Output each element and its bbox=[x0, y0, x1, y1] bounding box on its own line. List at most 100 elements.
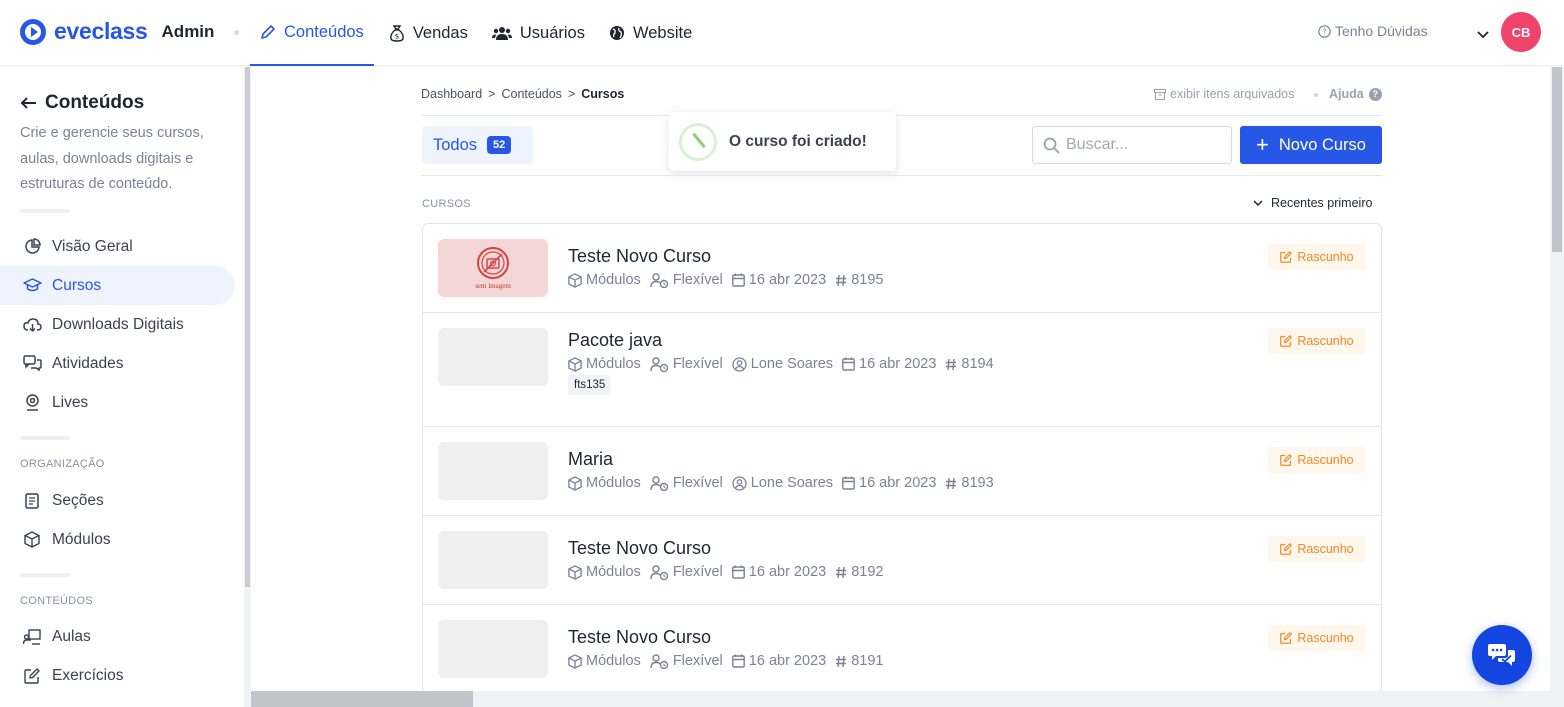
breadcrumb: Dashboard > Conteúdos > Cursos bbox=[421, 87, 624, 101]
course-meta: Módulos Flexível Lone Soares 16 abr 2023… bbox=[568, 475, 1003, 491]
sidebar-item-atividades[interactable]: Atividades bbox=[0, 344, 235, 383]
webcam-icon bbox=[22, 394, 42, 411]
course-title[interactable]: Maria bbox=[568, 449, 613, 470]
meta-date: 16 abr 2023 bbox=[842, 475, 936, 491]
course-title[interactable]: Teste Novo Curso bbox=[568, 246, 711, 267]
user-clock-icon bbox=[650, 475, 669, 491]
hash-icon bbox=[835, 274, 847, 287]
meta-structure: Módulos bbox=[568, 564, 641, 580]
user-clock-icon bbox=[650, 356, 669, 372]
sidebar-item-lives[interactable]: Lives bbox=[0, 383, 235, 422]
course-row[interactable]: sem imagem Teste Novo Curso Módulos Flex… bbox=[423, 224, 1381, 313]
meta-access-label: Flexível bbox=[672, 272, 723, 288]
show-archived-link[interactable]: exibir itens arquivados bbox=[1154, 87, 1294, 101]
meta-access-label: Flexível bbox=[672, 653, 723, 669]
sidebar-item-visao-geral[interactable]: Visão Geral bbox=[0, 227, 235, 266]
sidebar-title[interactable]: Conteúdos bbox=[20, 92, 144, 114]
horizontal-scrollbar-thumb[interactable] bbox=[251, 691, 473, 707]
sidebar-item-exercicios[interactable]: Exercícios bbox=[0, 656, 235, 695]
calendar-icon bbox=[731, 654, 745, 668]
avatar[interactable]: CB bbox=[1501, 12, 1541, 52]
edit-icon bbox=[1280, 632, 1293, 644]
sidebar-scrollbar-thumb[interactable] bbox=[245, 67, 250, 587]
count-badge: 52 bbox=[487, 136, 512, 154]
chevron-down-icon[interactable] bbox=[1476, 27, 1490, 45]
search-box[interactable] bbox=[1032, 126, 1232, 164]
course-thumbnail[interactable] bbox=[438, 442, 548, 500]
course-title[interactable]: Teste Novo Curso bbox=[568, 538, 711, 559]
user-circle-icon bbox=[732, 356, 747, 372]
teacher-board-icon bbox=[22, 628, 42, 645]
calendar-icon bbox=[731, 565, 745, 579]
sidebar-item-downloads[interactable]: Downloads Digitais bbox=[0, 305, 235, 344]
cube-icon bbox=[22, 531, 42, 548]
course-tag[interactable]: fts135 bbox=[568, 375, 612, 395]
meta-id: 8191 bbox=[835, 653, 883, 669]
course-thumbnail[interactable] bbox=[438, 328, 548, 386]
course-thumbnail[interactable] bbox=[438, 620, 548, 678]
breadcrumb-dashboard[interactable]: Dashboard bbox=[421, 87, 482, 101]
status-badge: Rascunho bbox=[1268, 447, 1366, 473]
sidebar-item-modulos[interactable]: Módulos bbox=[0, 520, 235, 559]
divider bbox=[20, 573, 70, 577]
sidebar-item-aulas[interactable]: Aulas bbox=[0, 617, 235, 656]
no-image-caption: sem imagem bbox=[475, 282, 511, 290]
brand-logo[interactable]: eveclass Admin bbox=[20, 18, 214, 45]
meta-date-label: 16 abr 2023 bbox=[748, 272, 827, 288]
graduation-cap-icon bbox=[22, 277, 42, 294]
sidebar: Conteúdos Crie e gerencie seus cursos, a… bbox=[0, 67, 244, 707]
course-row[interactable]: Teste Novo Curso Módulos Flexível 16 abr… bbox=[423, 516, 1381, 605]
meta-access: Flexível bbox=[650, 272, 723, 288]
meta-access: Flexível bbox=[650, 356, 723, 372]
meta-access: Flexível bbox=[650, 475, 723, 491]
separator-dot bbox=[234, 30, 239, 35]
nav-usuarios[interactable]: Usuários bbox=[483, 0, 594, 66]
sidebar-title-label: Conteúdos bbox=[45, 92, 145, 113]
separator-dot bbox=[1314, 93, 1318, 97]
breadcrumb-conteudos[interactable]: Conteúdos bbox=[501, 87, 561, 101]
course-row[interactable]: Pacote java Módulos Flexível Lone Soares… bbox=[423, 313, 1381, 427]
status-label: Rascunho bbox=[1297, 631, 1354, 645]
sidebar-item-label: Aulas bbox=[52, 627, 91, 645]
tab-todos[interactable]: Todos 52 bbox=[422, 126, 533, 164]
user-circle-icon bbox=[732, 475, 747, 491]
nav-vendas[interactable]: $ Vendas bbox=[380, 0, 477, 66]
no-image-icon bbox=[477, 247, 509, 279]
nav-website[interactable]: Website bbox=[600, 0, 701, 66]
chat-support-button[interactable] bbox=[1472, 625, 1532, 685]
meta-id: 8193 bbox=[945, 475, 994, 491]
sidebar-item-label: Lives bbox=[52, 393, 89, 411]
search-icon bbox=[1043, 137, 1060, 154]
course-title[interactable]: Teste Novo Curso bbox=[568, 627, 711, 648]
chat-icon bbox=[1488, 644, 1515, 666]
help-small-link[interactable]: Ajuda ? bbox=[1329, 87, 1382, 101]
course-thumbnail[interactable]: sem imagem bbox=[438, 239, 548, 297]
cube-icon bbox=[568, 475, 582, 491]
chat-bubbles-icon bbox=[22, 355, 42, 372]
sidebar-item-secoes[interactable]: Seções bbox=[0, 481, 235, 520]
breadcrumb-separator: > bbox=[488, 87, 496, 101]
help-link[interactable]: ? Tenho Dúvidas bbox=[1318, 23, 1428, 39]
page-scrollbar-thumb[interactable] bbox=[1552, 67, 1562, 252]
question-circle-icon: ? bbox=[1318, 24, 1331, 38]
sidebar-item-label: Exercícios bbox=[52, 666, 124, 684]
course-list: sem imagem Teste Novo Curso Módulos Flex… bbox=[422, 223, 1382, 693]
course-row[interactable]: Teste Novo Curso Módulos Flexível 16 abr… bbox=[423, 605, 1381, 692]
meta-date-label: 16 abr 2023 bbox=[859, 475, 937, 491]
hash-icon bbox=[945, 477, 957, 490]
search-input[interactable] bbox=[1066, 136, 1216, 154]
nav-conteudos[interactable]: Conteúdos bbox=[250, 0, 374, 66]
new-course-button[interactable]: + Novo Curso bbox=[1240, 126, 1382, 164]
status-badge: Rascunho bbox=[1268, 244, 1366, 270]
course-row[interactable]: Maria Módulos Flexível Lone Soares 16 ab… bbox=[423, 427, 1381, 516]
course-title[interactable]: Pacote java bbox=[568, 330, 662, 351]
section-heading: CONTEÚDOS bbox=[20, 595, 93, 607]
course-thumbnail[interactable] bbox=[438, 531, 548, 589]
sidebar-item-label: Atividades bbox=[52, 354, 124, 372]
meta-author-label: Lone Soares bbox=[750, 475, 834, 491]
sidebar-item-cursos[interactable]: Cursos bbox=[0, 266, 235, 305]
nav-label: Vendas bbox=[412, 23, 468, 42]
meta-date-label: 16 abr 2023 bbox=[748, 653, 827, 669]
sort-label: Recentes primeiro bbox=[1271, 196, 1373, 210]
sort-dropdown[interactable]: Recentes primeiro bbox=[1253, 196, 1372, 210]
